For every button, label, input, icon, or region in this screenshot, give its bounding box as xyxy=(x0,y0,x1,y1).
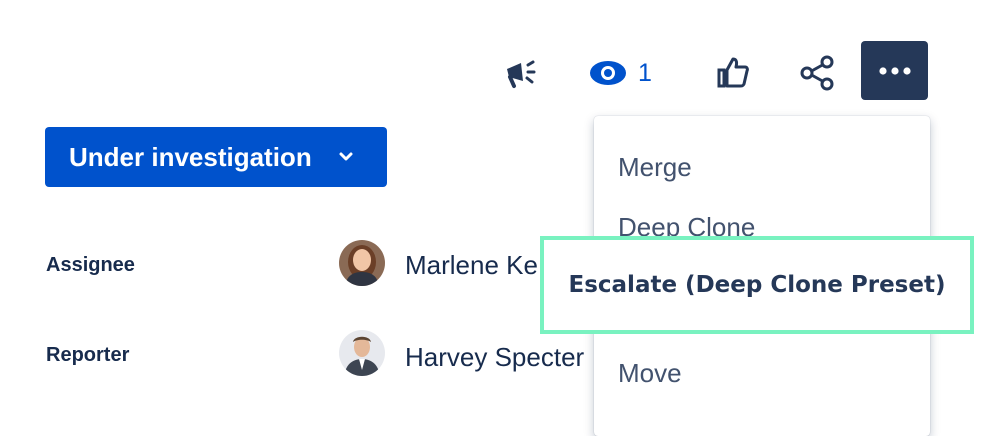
status-label: Under investigation xyxy=(69,141,312,172)
like-button[interactable] xyxy=(710,50,756,96)
thumbs-up-icon xyxy=(717,57,749,88)
eye-icon xyxy=(590,61,626,85)
assignee-avatar[interactable] xyxy=(339,240,385,286)
menu-item-move[interactable]: Move xyxy=(618,358,682,389)
menu-item-merge[interactable]: Merge xyxy=(618,152,692,183)
megaphone-icon xyxy=(507,60,536,88)
chevron-down-icon xyxy=(338,151,354,163)
reporter-avatar[interactable] xyxy=(339,330,385,376)
announce-button[interactable] xyxy=(498,50,544,96)
share-button[interactable] xyxy=(794,50,840,96)
share-icon xyxy=(800,55,834,91)
assignee-label: Assignee xyxy=(46,254,135,276)
more-horizontal-icon xyxy=(878,66,911,75)
more-actions-button[interactable] xyxy=(861,41,928,100)
status-button[interactable]: Under investigation xyxy=(45,127,387,187)
reporter-name[interactable]: Harvey Specter xyxy=(405,342,584,373)
menu-item-escalate[interactable]: Escalate (Deep Clone Preset) xyxy=(540,236,974,334)
reporter-label: Reporter xyxy=(46,344,130,366)
watch-button[interactable]: 1 xyxy=(588,50,668,96)
watch-count: 1 xyxy=(638,58,652,87)
menu-item-escalate-label: Escalate (Deep Clone Preset) xyxy=(568,272,946,298)
assignee-name[interactable]: Marlene Ke xyxy=(405,250,538,281)
